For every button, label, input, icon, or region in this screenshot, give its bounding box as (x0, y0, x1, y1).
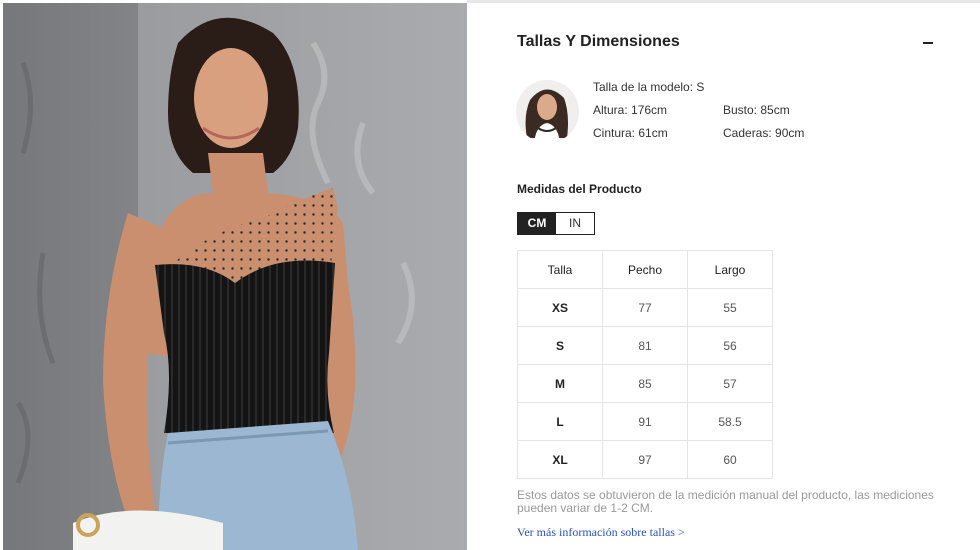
size-cell: XS (517, 288, 603, 327)
minus-icon (923, 42, 933, 44)
size-cell: L (517, 402, 603, 441)
model-avatar (516, 80, 579, 143)
size-table: Talla Pecho Largo XS 77 55 S 81 56 M 85 … (517, 250, 773, 479)
unit-toggle: CM IN (517, 212, 595, 235)
measurement-note: Estos datos se obtuvieron de la medición… (517, 488, 934, 515)
table-row: L 91 58.5 (517, 402, 773, 441)
table-row: M 85 57 (517, 364, 773, 403)
largo-cell: 58.5 (687, 402, 773, 441)
largo-cell: 60 (687, 440, 773, 479)
size-cell: S (517, 326, 603, 365)
table-row: XS 77 55 (517, 288, 773, 327)
product-measures-title: Medidas del Producto (517, 182, 642, 196)
pecho-cell: 85 (602, 364, 688, 403)
product-photo (3, 3, 467, 550)
largo-cell: 57 (687, 364, 773, 403)
size-cell: M (517, 364, 603, 403)
model-height: Altura: 176cm (593, 103, 668, 117)
column-header-largo: Largo (687, 250, 773, 289)
table-row: S 81 56 (517, 326, 773, 365)
model-bust: Busto: 85cm (723, 103, 790, 117)
largo-cell: 55 (687, 288, 773, 327)
model-photo-illustration (3, 3, 467, 550)
more-size-info-link[interactable]: Ver más información sobre tallas > (517, 525, 685, 540)
pecho-cell: 91 (602, 402, 688, 441)
model-hips: Caderas: 90cm (723, 126, 805, 140)
model-size: Talla de la modelo: S (593, 80, 705, 94)
largo-cell: 56 (687, 326, 773, 365)
pecho-cell: 97 (602, 440, 688, 479)
unit-cm-option[interactable]: CM (518, 213, 556, 234)
column-header-pecho: Pecho (602, 250, 688, 289)
pecho-cell: 81 (602, 326, 688, 365)
model-waist: Cintura: 61cm (593, 126, 668, 140)
pecho-cell: 77 (602, 288, 688, 327)
table-header-row: Talla Pecho Largo (517, 250, 773, 289)
column-header-talla: Talla (517, 250, 603, 289)
size-cell: XL (517, 440, 603, 479)
collapse-button[interactable] (919, 35, 937, 51)
size-panel: Tallas Y Dimensiones Talla de la modelo:… (467, 0, 980, 550)
table-row: XL 97 60 (517, 440, 773, 479)
section-title: Tallas Y Dimensiones (517, 33, 680, 50)
divider (467, 0, 980, 3)
avatar-image (516, 80, 579, 143)
unit-in-option[interactable]: IN (556, 213, 594, 234)
